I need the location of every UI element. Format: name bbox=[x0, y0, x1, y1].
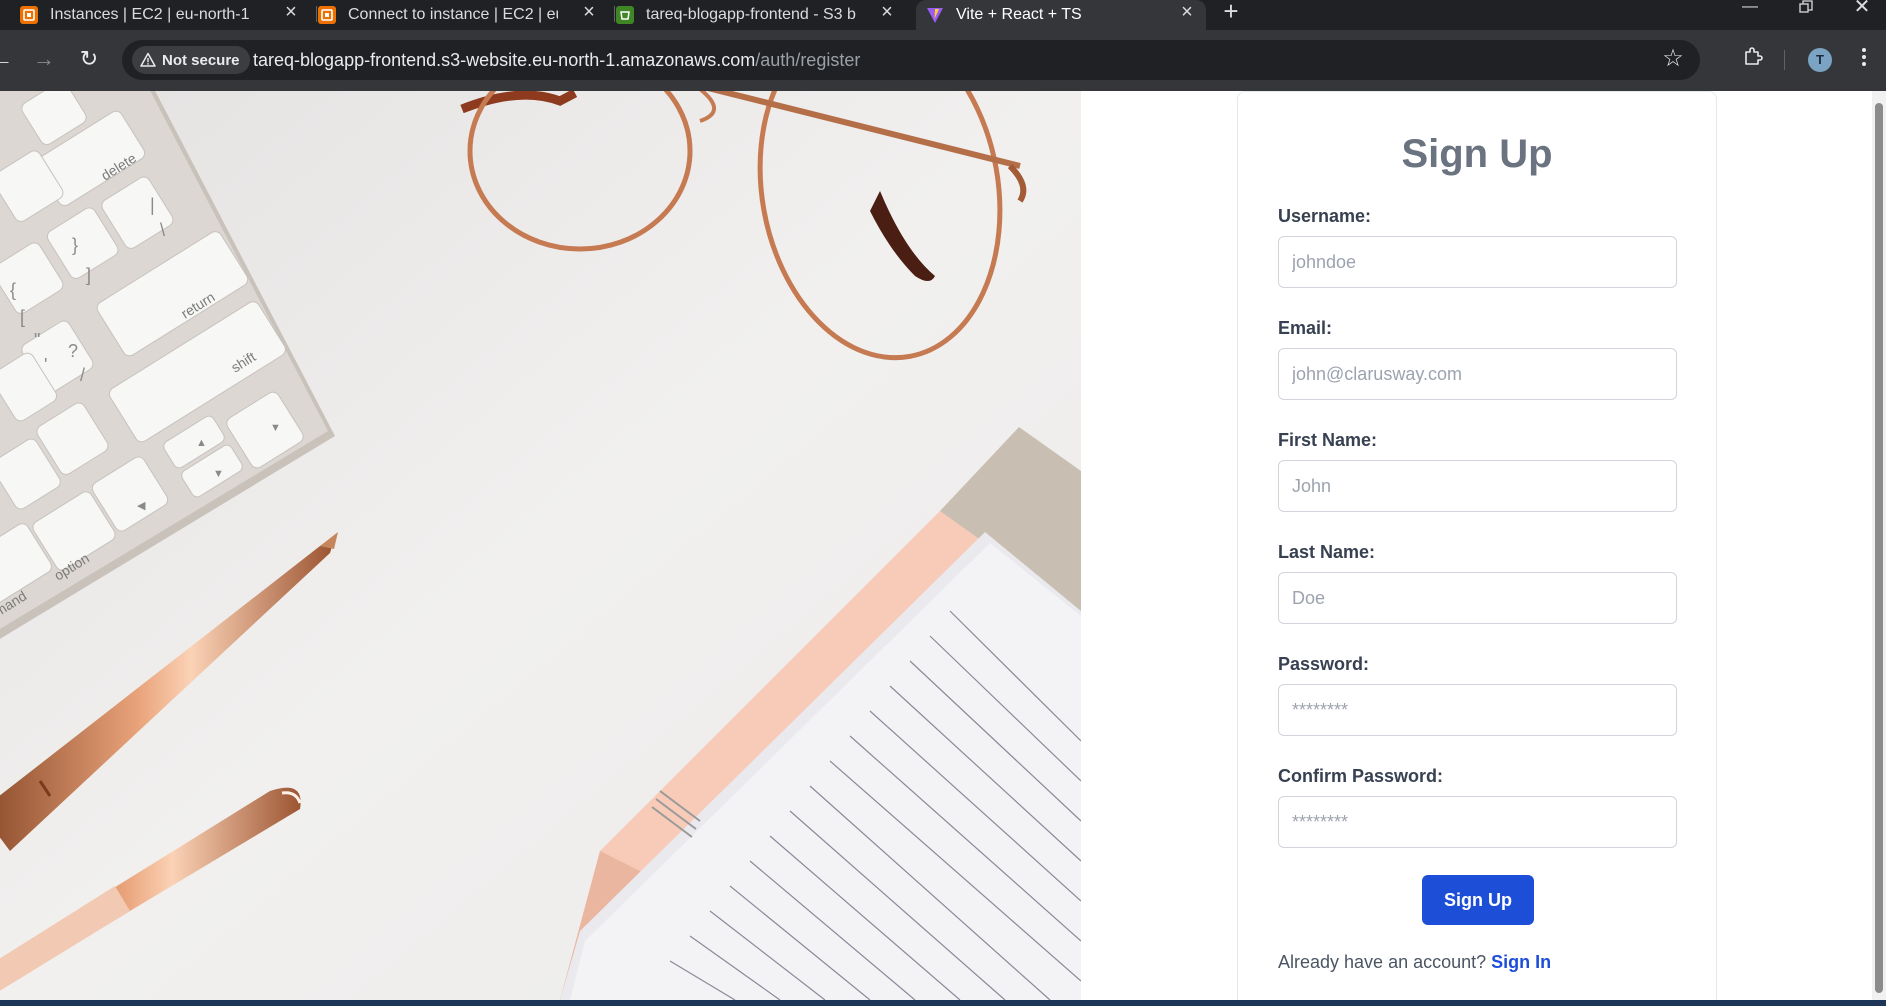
taskbar-edge bbox=[0, 1000, 1886, 1006]
svg-text:/: / bbox=[80, 365, 85, 385]
aws-s3-icon bbox=[616, 6, 634, 24]
password-label: Password: bbox=[1278, 654, 1370, 674]
tab-title: tareq-blogapp-frontend - S3 bu bbox=[646, 6, 856, 23]
confirm-password-input[interactable] bbox=[1278, 796, 1677, 848]
confirm-password-label: Confirm Password: bbox=[1278, 766, 1444, 786]
svg-text:\: \ bbox=[160, 220, 165, 240]
forward-arrow-icon[interactable]: → bbox=[28, 44, 60, 76]
last-name-label: Last Name: bbox=[1278, 542, 1376, 562]
svg-text:': ' bbox=[44, 355, 47, 375]
close-tab-icon[interactable]: × bbox=[1176, 2, 1198, 24]
signin-prompt-text: Already have an account? bbox=[1278, 952, 1487, 972]
signup-card: Sign Up Username: Email: First Name: Las… bbox=[1237, 91, 1717, 1000]
svg-text:[: [ bbox=[20, 307, 25, 327]
close-tab-icon[interactable]: × bbox=[280, 2, 302, 24]
svg-text:▼: ▼ bbox=[213, 468, 224, 480]
profile-avatar[interactable]: T bbox=[1808, 48, 1832, 72]
reload-icon[interactable]: ↻ bbox=[73, 44, 105, 76]
register-page: delete return shift option mand | \ }] {[… bbox=[0, 91, 1872, 1000]
browser-tab-ec2-instances[interactable]: Instances | EC2 | eu-north-1 × bbox=[20, 0, 310, 30]
tab-divider bbox=[614, 6, 615, 22]
minimize-window-icon[interactable]: — bbox=[1735, 0, 1765, 20]
sign-in-link[interactable]: Sign In bbox=[1491, 952, 1551, 972]
svg-text:]: ] bbox=[86, 265, 91, 285]
svg-text:}: } bbox=[72, 235, 78, 255]
browser-tab-ec2-connect[interactable]: Connect to instance | EC2 | eu-n × bbox=[318, 0, 608, 30]
vite-icon bbox=[926, 6, 944, 24]
svg-text:{: { bbox=[10, 280, 16, 300]
browser-tab-s3-bucket[interactable]: tareq-blogapp-frontend - S3 bu × bbox=[616, 0, 906, 30]
last-name-input[interactable] bbox=[1278, 572, 1677, 624]
url-host: tareq-blogapp-frontend.s3-website.eu-nor… bbox=[253, 50, 756, 70]
aws-ec2-icon bbox=[20, 6, 38, 24]
tab-title: Vite + React + TS bbox=[956, 6, 1082, 23]
email-label: Email: bbox=[1278, 318, 1333, 338]
back-arrow-icon[interactable]: ← bbox=[0, 44, 18, 76]
restore-window-icon[interactable] bbox=[1791, 0, 1821, 20]
svg-text:": " bbox=[34, 330, 40, 350]
new-tab-button[interactable]: + bbox=[1218, 0, 1244, 26]
svg-text:▼: ▼ bbox=[270, 422, 281, 434]
first-name-label: First Name: bbox=[1278, 430, 1378, 450]
browser-tab-vite-app[interactable]: Vite + React + TS × bbox=[916, 0, 1206, 30]
tab-title: Connect to instance | EC2 | eu-n bbox=[348, 6, 558, 23]
browser-menu-icon[interactable] bbox=[1858, 45, 1870, 75]
username-input[interactable] bbox=[1278, 236, 1677, 288]
email-input[interactable] bbox=[1278, 348, 1677, 400]
close-tab-icon[interactable]: × bbox=[578, 2, 600, 24]
toolbar-divider bbox=[1784, 50, 1785, 70]
scrollbar-thumb[interactable] bbox=[1875, 103, 1883, 993]
warning-triangle-icon bbox=[140, 52, 156, 67]
hero-desk-image: delete return shift option mand | \ }] {[… bbox=[0, 91, 1081, 1000]
svg-text:|: | bbox=[150, 195, 155, 215]
url-text[interactable]: tareq-blogapp-frontend.s3-website.eu-nor… bbox=[253, 50, 860, 71]
password-input[interactable] bbox=[1278, 684, 1677, 736]
bookmark-star-icon[interactable]: ☆ bbox=[1660, 46, 1686, 72]
tab-divider bbox=[316, 6, 317, 22]
signin-prompt: Already have an account? Sign In bbox=[1278, 952, 1551, 973]
browser-tab-strip: Instances | EC2 | eu-north-1 × Connect t… bbox=[0, 0, 1886, 30]
first-name-input[interactable] bbox=[1278, 460, 1677, 512]
svg-text:◀: ◀ bbox=[137, 500, 146, 512]
close-tab-icon[interactable]: × bbox=[876, 2, 898, 24]
page-scrollbar[interactable] bbox=[1872, 91, 1886, 1000]
security-label: Not secure bbox=[162, 51, 240, 69]
close-window-icon[interactable]: ✕ bbox=[1847, 0, 1877, 20]
tab-title: Instances | EC2 | eu-north-1 bbox=[50, 6, 250, 23]
svg-text:?: ? bbox=[68, 341, 78, 361]
svg-text:▲: ▲ bbox=[196, 437, 207, 449]
url-path: /auth/register bbox=[755, 50, 861, 70]
username-label: Username: bbox=[1278, 206, 1372, 226]
extensions-puzzle-icon[interactable] bbox=[1738, 45, 1768, 75]
page-title: Sign Up bbox=[1401, 132, 1553, 176]
sign-up-button[interactable]: Sign Up bbox=[1422, 875, 1534, 925]
browser-toolbar: ← → ↻ Not secure tareq-blogapp-frontend.… bbox=[0, 30, 1886, 91]
address-bar[interactable]: Not secure tareq-blogapp-frontend.s3-web… bbox=[122, 40, 1700, 80]
security-indicator[interactable]: Not secure bbox=[132, 46, 250, 74]
aws-ec2-icon bbox=[318, 6, 336, 24]
